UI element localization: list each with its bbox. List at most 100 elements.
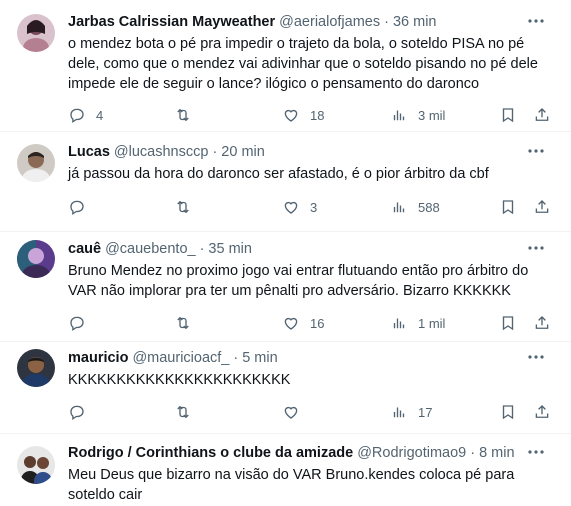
bookmark-icon (502, 405, 514, 420)
view-count: 1 mil (418, 315, 446, 331)
more-icon[interactable] (527, 142, 545, 160)
timestamp[interactable]: 35 min (208, 240, 252, 258)
tweet-text: Bruno Mendez no proximo jogo vai entrar … (68, 263, 529, 299)
author-handle[interactable]: @aerialofjames (279, 13, 380, 31)
reply-icon (70, 405, 84, 421)
bookmark-button[interactable] (499, 314, 517, 332)
author-handle[interactable]: @cauebento_ (105, 240, 196, 258)
action-bar: 3 588 (68, 198, 571, 218)
views-button[interactable]: 588 (390, 198, 440, 216)
like-button[interactable]: 18 (282, 106, 324, 124)
separator-dot: · (470, 445, 476, 461)
tweet[interactable]: cauê @cauebento_ · 35 min Bruno Mendez n… (0, 232, 571, 342)
view-count: 3 mil (418, 107, 446, 123)
views-button[interactable]: 1 mil (390, 314, 445, 332)
author-name[interactable]: Jarbas Calrissian Mayweather (68, 13, 275, 31)
like-count: 16 (310, 315, 325, 331)
reply-icon (70, 108, 84, 124)
separator-dot: · (212, 144, 218, 160)
share-icon (535, 200, 549, 213)
reply-icon (70, 316, 84, 332)
avatar[interactable] (17, 240, 55, 278)
avatar[interactable] (17, 144, 55, 182)
reply-feed: Jarbas Calrissian Mayweather @aerialofja… (0, 0, 571, 506)
share-icon (535, 405, 549, 418)
bookmark-button[interactable] (499, 198, 517, 216)
avatar[interactable] (17, 349, 55, 387)
like-icon (284, 201, 298, 214)
reply-button[interactable] (68, 314, 96, 332)
action-bar: 17 (68, 403, 571, 423)
reply-button[interactable] (68, 403, 96, 421)
author-name[interactable]: cauê (68, 240, 101, 258)
like-count: 18 (310, 107, 325, 123)
retweet-icon (177, 316, 189, 330)
tweet-text: o mendez bota o pé pra impedir o trajeto… (68, 36, 538, 92)
reply-icon (70, 200, 84, 216)
retweet-icon (177, 108, 189, 122)
reply-count: 4 (96, 107, 104, 123)
bookmark-icon (502, 316, 514, 331)
tweet[interactable]: Lucas @lucashnsccp · 20 min já passou da… (0, 132, 571, 232)
tweet-header: Lucas @lucashnsccp · 20 min (68, 132, 571, 161)
more-icon[interactable] (527, 348, 545, 366)
reply-button[interactable]: 4 (68, 106, 103, 124)
timestamp[interactable]: 8 min (479, 444, 514, 462)
share-button[interactable] (533, 314, 551, 332)
retweet-button[interactable] (174, 198, 202, 216)
retweet-button[interactable] (174, 314, 202, 332)
views-icon (393, 318, 405, 329)
tweet[interactable]: mauricio @mauricioacf_ · 5 min KKKKKKKKK… (0, 342, 571, 434)
like-button[interactable]: 3 (282, 198, 317, 216)
like-button[interactable]: 16 (282, 314, 324, 332)
timestamp[interactable]: 36 min (393, 13, 437, 31)
author-name[interactable]: Lucas (68, 143, 110, 161)
like-count: 3 (310, 199, 318, 215)
bookmark-icon (502, 108, 514, 123)
tweet-text: Meu Deus que bizarro na visão do VAR Bru… (68, 467, 515, 503)
action-bar: 16 1 mil (68, 314, 571, 334)
views-icon (393, 407, 405, 418)
action-bar: 4 18 3 mil (68, 106, 571, 126)
share-button[interactable] (533, 198, 551, 216)
share-icon (535, 316, 549, 329)
view-count: 588 (418, 199, 440, 215)
view-count: 17 (418, 404, 433, 420)
bookmark-button[interactable] (499, 403, 517, 421)
like-icon (284, 317, 298, 330)
retweet-button[interactable] (174, 106, 202, 124)
share-button[interactable] (533, 106, 551, 124)
tweet-text: KKKKKKKKKKKKKKKKKKKKKKK (68, 372, 291, 388)
like-button[interactable] (282, 403, 310, 421)
author-handle[interactable]: @mauricioacf_ (132, 349, 229, 367)
retweet-button[interactable] (174, 403, 202, 421)
more-icon[interactable] (527, 12, 545, 30)
views-button[interactable]: 17 (390, 403, 432, 421)
tweet[interactable]: Rodrigo / Corinthians o clube da amizade… (0, 434, 571, 506)
bookmark-icon (502, 200, 514, 215)
retweet-icon (177, 405, 189, 419)
author-handle[interactable]: @Rodrigotimao9 (357, 444, 466, 462)
tweet-header: Rodrigo / Corinthians o clube da amizade… (68, 434, 571, 462)
separator-dot: · (384, 14, 389, 30)
timestamp[interactable]: 5 min (242, 349, 277, 367)
avatar[interactable] (17, 446, 55, 484)
retweet-icon (177, 200, 189, 214)
share-icon (535, 108, 549, 121)
views-icon (393, 202, 405, 213)
avatar[interactable] (17, 14, 55, 52)
tweet[interactable]: Jarbas Calrissian Mayweather @aerialofja… (0, 0, 571, 132)
author-name[interactable]: mauricio (68, 349, 128, 367)
author-name[interactable]: Rodrigo / Corinthians o clube da amizade (68, 444, 353, 462)
author-handle[interactable]: @lucashnsccp (114, 143, 209, 161)
separator-dot: · (233, 350, 239, 366)
more-icon[interactable] (527, 443, 545, 461)
more-icon[interactable] (527, 239, 545, 257)
share-button[interactable] (533, 403, 551, 421)
reply-button[interactable] (68, 198, 96, 216)
timestamp[interactable]: 20 min (221, 143, 265, 161)
views-button[interactable]: 3 mil (390, 106, 445, 124)
like-icon (284, 406, 298, 419)
tweet-header: mauricio @mauricioacf_ · 5 min (68, 342, 571, 367)
bookmark-button[interactable] (499, 106, 517, 124)
